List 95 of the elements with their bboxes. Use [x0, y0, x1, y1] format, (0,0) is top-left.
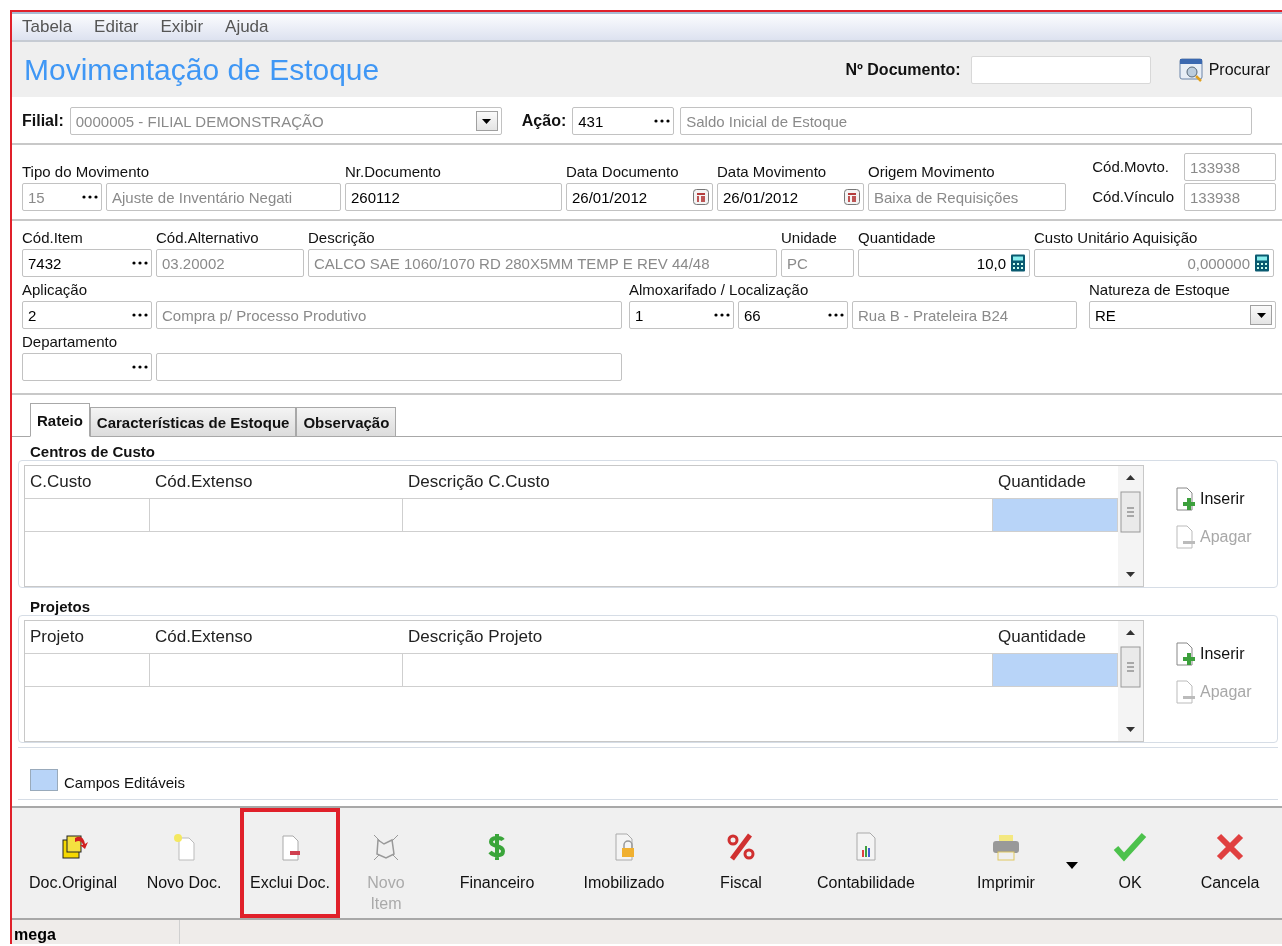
- toolbar-button[interactable]: Novo Doc.: [134, 808, 234, 918]
- field-label: Cód.Item: [22, 229, 84, 248]
- input-field[interactable]: 10,0: [858, 249, 1030, 278]
- table-cell[interactable]: [993, 653, 1118, 688]
- table-cell[interactable]: [25, 653, 150, 688]
- search-window-icon: [1178, 56, 1205, 83]
- toolbar-button[interactable]: Cancela: [1184, 808, 1276, 918]
- toolbar-button[interactable]: OK: [1082, 808, 1178, 918]
- field-label: Descrição: [308, 229, 376, 248]
- column-header[interactable]: C.Custo: [25, 466, 150, 499]
- field-label: Filial:: [22, 112, 64, 131]
- table-cell[interactable]: [150, 653, 403, 688]
- field-label: Data Documento: [566, 163, 680, 182]
- field-label: Natureza de Estoque: [1089, 281, 1231, 300]
- toolbar-button[interactable]: Imprimir: [936, 808, 1076, 918]
- field-label: Ação:: [521, 112, 567, 131]
- column-header[interactable]: Quantidade: [993, 621, 1118, 654]
- field-label: Custo Unitário Aquisição: [1034, 229, 1199, 248]
- menu-item[interactable]: Ajuda: [225, 16, 269, 37]
- toolbar-button[interactable]: Financeiro: [432, 808, 562, 918]
- remove-document-icon: [1174, 525, 1196, 550]
- menu-item[interactable]: Exibir: [160, 16, 204, 37]
- dropdown-caret-icon: [1066, 862, 1078, 869]
- scrollbar[interactable]: [1118, 621, 1143, 742]
- toolbar-button[interactable]: Exclui Doc.: [240, 808, 340, 918]
- caret-icon: [482, 118, 492, 124]
- calculator-icon[interactable]: [1010, 254, 1026, 273]
- toolbar-button[interactable]: Doc.Original: [18, 808, 128, 918]
- field-label: Cód.Vínculo: [1092, 188, 1174, 207]
- field-label: Nº Documento:: [845, 60, 961, 79]
- calendar-icon[interactable]: [693, 189, 709, 206]
- field-label: Cód.Alternativo: [156, 229, 260, 248]
- field-label: Aplicação: [22, 281, 89, 300]
- more-icon[interactable]: [828, 313, 844, 318]
- toolbar-button[interactable]: Fiscal: [686, 808, 796, 918]
- table-cell[interactable]: [150, 498, 403, 533]
- more-icon[interactable]: [714, 313, 730, 318]
- group-title: Projetos: [29, 597, 91, 616]
- insert-button[interactable]: Inserir: [1174, 487, 1252, 512]
- dropdown-button[interactable]: [1250, 305, 1272, 326]
- field-label: Almoxarifado / Localização: [629, 281, 810, 300]
- document-number-field[interactable]: [970, 55, 1151, 84]
- column-header[interactable]: Cód.Extenso: [150, 466, 403, 499]
- input-field[interactable]: 66: [738, 301, 848, 330]
- page-title: Movimentação de Estoque: [24, 52, 381, 87]
- column-header[interactable]: Descrição C.Custo: [403, 466, 993, 499]
- add-document-icon: [1174, 642, 1196, 667]
- field-label: Tipo do Movimento: [22, 163, 150, 182]
- tab[interactable]: Observação: [296, 407, 397, 438]
- column-header[interactable]: Quantidade: [993, 466, 1118, 499]
- field-label: Departamento: [22, 333, 119, 352]
- column-header[interactable]: Projeto: [25, 621, 150, 654]
- add-document-icon: [1174, 487, 1196, 512]
- date-field[interactable]: 26/01/2012: [717, 183, 864, 212]
- input-field[interactable]: 260112: [345, 183, 562, 212]
- date-field[interactable]: 26/01/2012: [566, 183, 713, 212]
- scrollbar[interactable]: [1118, 466, 1143, 587]
- remove-document-icon: [1174, 680, 1196, 705]
- more-icon[interactable]: [654, 119, 671, 124]
- field-label: Origem Movimento: [868, 163, 996, 182]
- more-icon[interactable]: [132, 261, 148, 266]
- group-title: Centros de Custo: [29, 442, 156, 461]
- field-label: Nr.Documento: [345, 163, 442, 182]
- field-label: Unidade: [781, 229, 838, 248]
- table-cell[interactable]: [25, 498, 150, 533]
- more-icon[interactable]: [132, 365, 148, 370]
- field-label: Quantidade: [858, 229, 937, 248]
- input-field[interactable]: [156, 353, 622, 382]
- column-header[interactable]: Cód.Extenso: [150, 621, 403, 654]
- input-field[interactable]: 7432: [22, 249, 152, 278]
- tab[interactable]: Rateio: [30, 403, 90, 438]
- menu-item[interactable]: Editar: [94, 16, 139, 37]
- dropdown-field[interactable]: RE: [1089, 301, 1276, 330]
- calendar-icon[interactable]: [844, 189, 860, 206]
- input-field[interactable]: [22, 353, 152, 382]
- menu-item[interactable]: Tabela: [22, 16, 73, 37]
- toolbar-button[interactable]: Contabilidade: [802, 808, 930, 918]
- input-field[interactable]: 2: [22, 301, 152, 330]
- column-header[interactable]: Descrição Projeto: [403, 621, 993, 654]
- table-cell[interactable]: [993, 498, 1118, 533]
- insert-button[interactable]: Inserir: [1174, 642, 1252, 667]
- status-text: mega: [12, 920, 180, 944]
- table-cell[interactable]: [403, 653, 993, 688]
- field-label: Cód.Movto.: [1092, 158, 1170, 177]
- field-label: Data Movimento: [717, 163, 828, 182]
- checkmark-icon: [1113, 830, 1147, 864]
- legend-label: Campos Editáveis: [64, 774, 185, 791]
- search-button[interactable]: Procurar: [1178, 56, 1270, 83]
- input-field[interactable]: 1: [629, 301, 734, 330]
- tab[interactable]: Características de Estoque: [89, 407, 297, 438]
- caret-icon: [1256, 312, 1266, 318]
- toolbar-button[interactable]: Imobilizado: [568, 808, 680, 918]
- legend-swatch: [30, 769, 58, 791]
- more-icon[interactable]: [132, 313, 148, 318]
- table-cell[interactable]: [403, 498, 993, 533]
